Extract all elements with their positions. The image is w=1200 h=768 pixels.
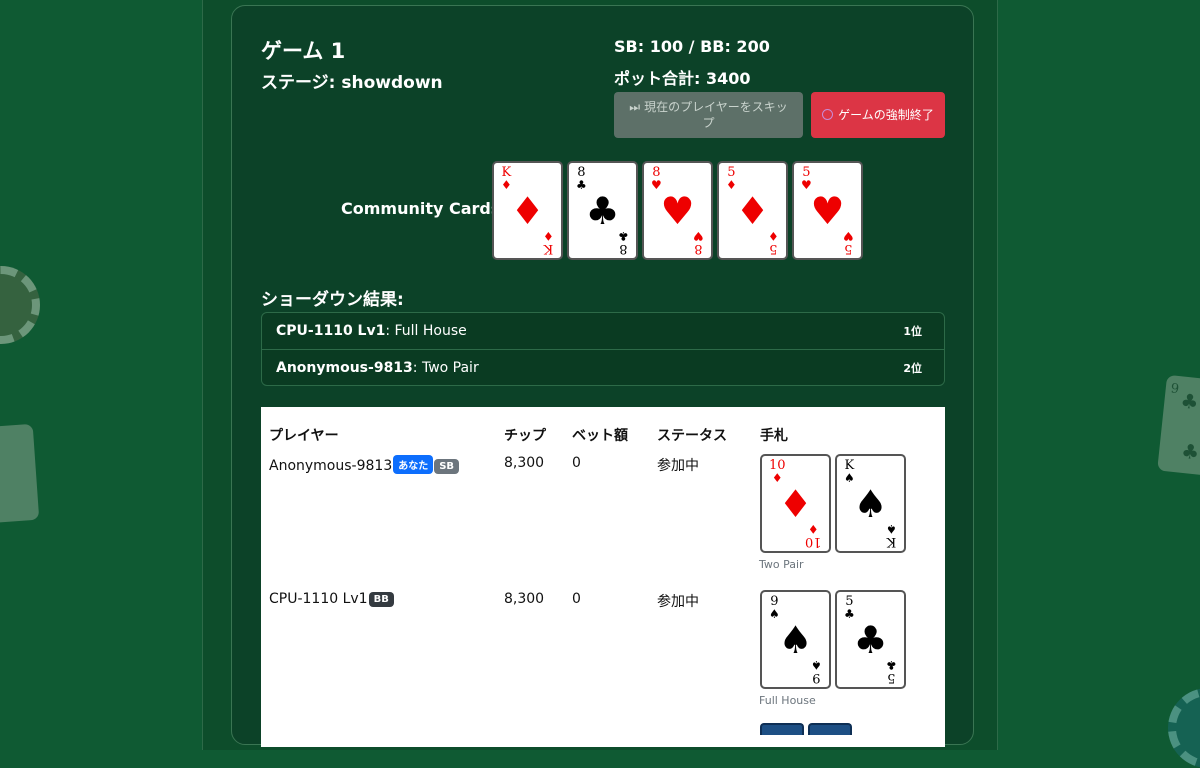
card-suit-center: ♥ (660, 188, 695, 233)
header-hand: 手札 (760, 428, 788, 444)
small-blind-badge: SB (434, 459, 460, 474)
background-chip-decoration (0, 266, 40, 344)
card-suit: ♦ (768, 229, 779, 243)
card-suit: ♠ (886, 522, 897, 536)
face-down-card (760, 723, 804, 735)
player-name: Anonymous-9813 (269, 458, 393, 474)
stop-icon (822, 109, 834, 120)
header-player: プレイヤー (269, 428, 339, 444)
card-rank: 8 (619, 241, 628, 256)
community-cards-label: Community Cards: (341, 199, 507, 218)
playing-card: K ♦ ♦ K ♦ (492, 161, 563, 260)
you-badge: あなた (393, 455, 434, 474)
card-rank: 9 (812, 670, 821, 685)
player-bet: 0 (572, 455, 581, 471)
card-rank: 5 (887, 670, 896, 685)
player-name: CPU-1110 Lv1 (269, 591, 368, 607)
showdown-hand: : Two Pair (412, 359, 479, 376)
card-rank: 5 (769, 241, 778, 256)
card-suit-center: ♠ (778, 617, 813, 662)
face-down-card (808, 723, 852, 735)
card-suit: ♣ (618, 229, 629, 243)
player-hand-name: Two Pair (759, 558, 804, 571)
player-table: プレイヤー チップ ベット額 ステータス 手札 Anonymous-9813 あな… (261, 407, 945, 747)
card-rank: K (886, 534, 897, 549)
game-title: ゲーム 1 (261, 39, 346, 63)
playing-card: 8 ♣ ♣ 8 ♣ (567, 161, 638, 260)
background-card-decoration: ♦ ♦ (0, 423, 40, 525)
playing-card: 8 ♥ ♥ 8 ♥ (642, 161, 713, 260)
background-card-decoration: 9 ♣ ♣ (1157, 374, 1200, 478)
card-suit-center: ♣ (585, 188, 620, 233)
card-rank: 8 (694, 241, 703, 256)
showdown-rank: 2位 (903, 361, 922, 375)
header-bet: ベット額 (572, 428, 628, 444)
card-suit: ♥ (843, 229, 854, 243)
showdown-results-list: CPU-1110 Lv1: Full House 1位 Anonymous-98… (261, 312, 945, 386)
card-suit-center: ♦ (735, 188, 770, 233)
card-rank: 10 (805, 534, 822, 549)
card-rank: 5 (844, 241, 853, 256)
skip-forward-icon: ⏭ (629, 100, 641, 114)
showdown-title: ショーダウン結果: (261, 290, 404, 310)
showdown-result-row: Anonymous-9813: Two Pair 2位 (262, 349, 944, 385)
table-row-player: CPU-1110 Lv1 BB (269, 591, 394, 607)
playing-card: 9 ♠ ♠ 9 ♠ (760, 590, 831, 689)
card-suit-center: ♦ (778, 481, 813, 526)
card-rank: K (543, 241, 554, 256)
card-suit-center: ♦ (510, 188, 545, 233)
force-end-game-button[interactable]: ゲームの強制終了 (811, 92, 945, 138)
card-suit: ♣ (886, 658, 897, 672)
background-chip-decoration (1168, 688, 1200, 768)
player-status: 参加中 (657, 594, 699, 610)
showdown-player-name: Anonymous-9813 (276, 359, 413, 376)
game-stage: ステージ: showdown (261, 73, 443, 93)
playing-card: 5 ♣ ♣ 5 ♣ (835, 590, 906, 689)
card-suit: ♦ (543, 229, 554, 243)
playing-card: 5 ♦ ♦ 5 ♦ (717, 161, 788, 260)
card-suit: ♠ (811, 658, 822, 672)
card-suit-center: ♥ (810, 188, 845, 233)
header-chips: チップ (504, 428, 546, 444)
player-chips: 8,300 (504, 591, 545, 607)
card-suit-center: ♠ (853, 481, 888, 526)
card-suit: ♥ (693, 229, 704, 243)
showdown-hand: : Full House (385, 323, 467, 339)
header-status: ステータス (657, 428, 727, 444)
skip-player-button[interactable]: ⏭ 現在のプレイヤーをスキップ (614, 92, 803, 138)
player-hand-name: Full House (759, 694, 816, 707)
showdown-result-row: CPU-1110 Lv1: Full House 1位 (262, 313, 944, 349)
showdown-rank: 1位 (903, 325, 922, 338)
pot-total: ポット合計: 3400 (614, 69, 751, 88)
blinds-info: SB: 100 / BB: 200 (614, 37, 770, 56)
player-bet: 0 (572, 591, 581, 607)
table-row-player: Anonymous-9813 あなた SB (269, 455, 460, 474)
player-status: 参加中 (657, 458, 699, 474)
playing-card: 10 ♦ ♦ 10 ♦ (760, 454, 831, 553)
playing-card: 5 ♥ ♥ 5 ♥ (792, 161, 863, 260)
card-suit-center: ♣ (853, 617, 888, 662)
player-chips: 8,300 (504, 455, 545, 471)
big-blind-badge: BB (368, 592, 394, 607)
showdown-player-name: CPU-1110 Lv1 (276, 323, 386, 339)
playing-card: K ♠ ♠ K ♠ (835, 454, 906, 553)
